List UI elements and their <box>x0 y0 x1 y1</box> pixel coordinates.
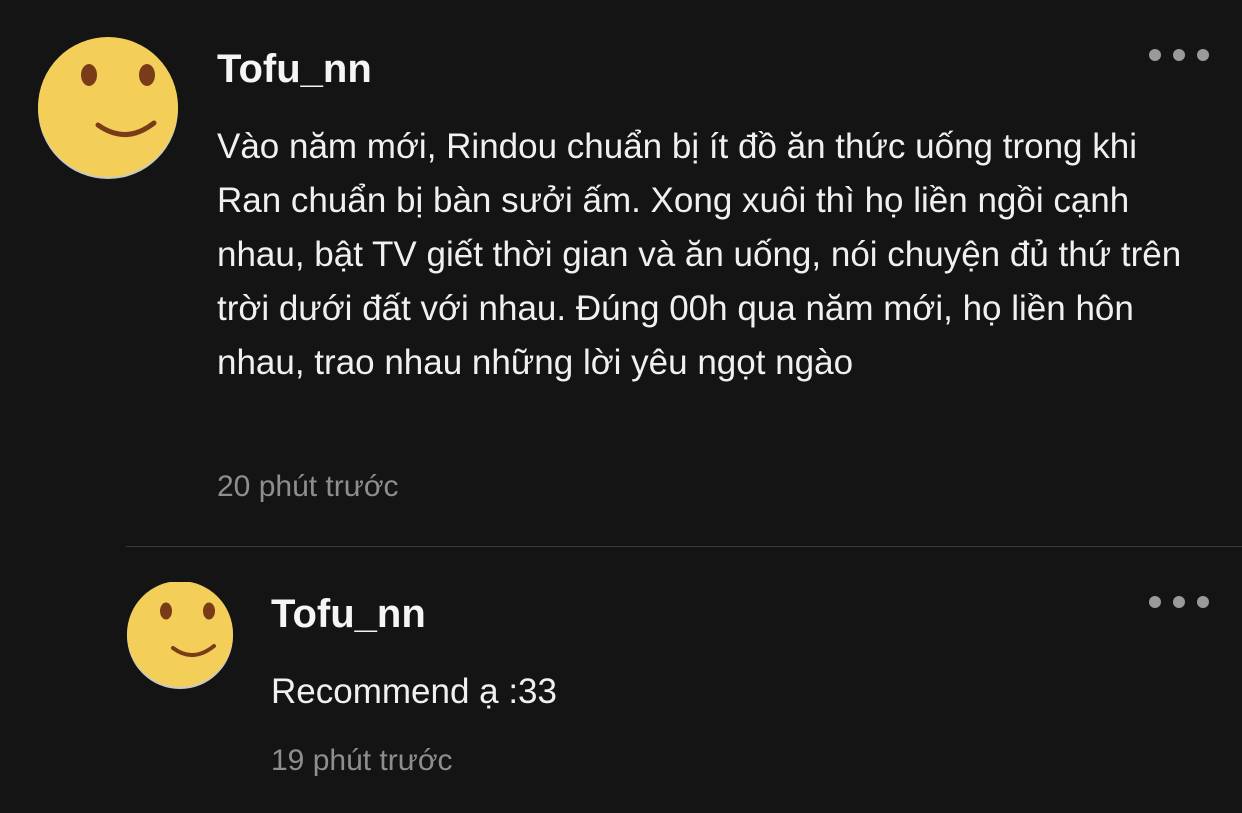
more-dot <box>1173 596 1185 608</box>
smiley-face-icon[interactable] <box>126 582 234 690</box>
more-options-icon[interactable] <box>1149 590 1209 614</box>
more-dot <box>1197 49 1209 61</box>
more-dot <box>1173 49 1185 61</box>
comment-divider <box>126 546 1242 547</box>
more-dot <box>1149 596 1161 608</box>
comment-timestamp: 20 phút trước <box>217 470 399 503</box>
comment-username[interactable]: Tofu_nn <box>217 47 372 92</box>
comment-body: Vào năm mới, Rindou chuẩn bị ít đồ ăn th… <box>217 127 1182 382</box>
more-dot <box>1197 596 1209 608</box>
more-options-icon[interactable] <box>1149 43 1209 67</box>
smiley-face-icon[interactable] <box>36 37 180 181</box>
comment-body: Recommend ạ :33 <box>271 672 557 711</box>
comment-username[interactable]: Tofu_nn <box>271 592 426 637</box>
comment-reply-item: Tofu_nn Recommend ạ :33 19 phút trước <box>0 548 1242 813</box>
comment-item: Tofu_nn Vào năm mới, Rindou chuẩn bị ít … <box>0 0 1242 545</box>
more-dot <box>1149 49 1161 61</box>
comment-timestamp: 19 phút trước <box>271 744 453 777</box>
